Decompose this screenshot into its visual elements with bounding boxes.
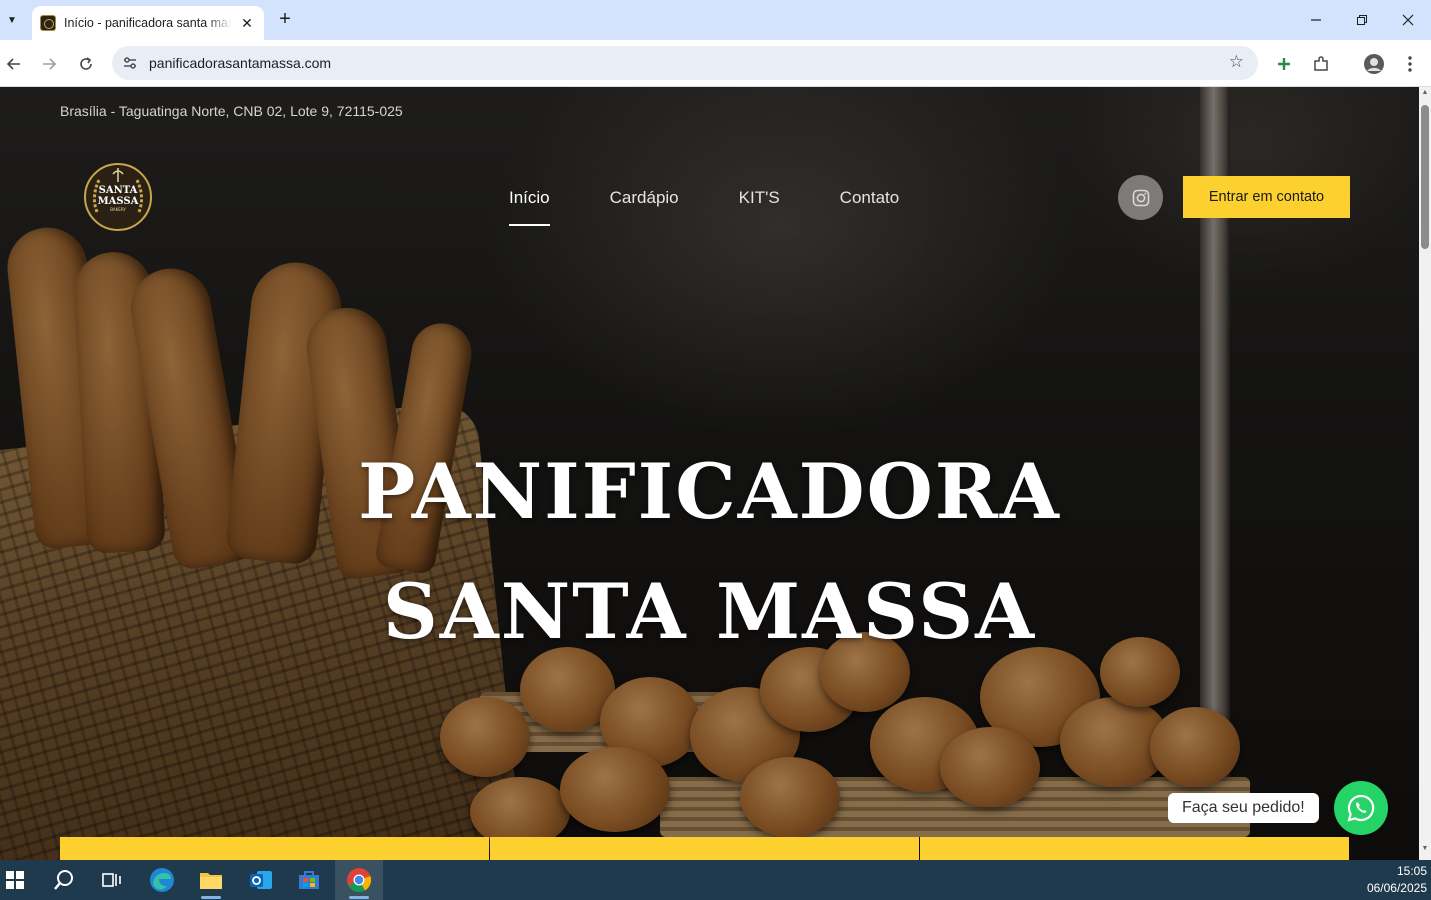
reload-button[interactable] xyxy=(72,50,100,78)
page-scrollbar[interactable]: ▲ ▼ xyxy=(1419,87,1431,860)
site-favicon-icon xyxy=(40,15,56,31)
scroll-up-icon[interactable]: ▲ xyxy=(1420,89,1430,96)
tab-strip: ▼ Início - panificadora santa massa ✕ + xyxy=(0,0,1431,40)
reload-icon xyxy=(80,57,92,70)
whatsapp-label[interactable]: Faça seu pedido! xyxy=(1168,793,1319,823)
task-view-icon[interactable] xyxy=(88,860,136,900)
bookmark-star-icon[interactable]: ☆ xyxy=(1229,52,1244,72)
file-explorer-icon[interactable] xyxy=(187,860,235,900)
feature-card xyxy=(490,837,919,860)
laurel-logo-icon: SANTA MASSA BAKERY xyxy=(84,163,152,231)
whatsapp-button[interactable] xyxy=(1334,781,1388,835)
nav-item-inicio[interactable]: Início xyxy=(509,188,550,228)
extension-plus-icon[interactable] xyxy=(1272,52,1296,76)
nav-item-kits[interactable]: KIT'S xyxy=(739,188,780,228)
close-icon xyxy=(1402,14,1414,26)
main-nav: Início Cardápio KIT'S Contato xyxy=(509,188,959,228)
nav-item-contato[interactable]: Contato xyxy=(840,188,900,228)
feature-card xyxy=(920,837,1349,860)
search-icon[interactable] xyxy=(40,860,88,900)
new-tab-plus-icon[interactable]: + xyxy=(274,9,296,31)
store-address: Brasília - Taguatinga Norte, CNB 02, Lot… xyxy=(60,103,403,119)
extensions-puzzle-icon[interactable] xyxy=(1309,52,1333,76)
system-clock[interactable]: 15:05 06/06/2025 xyxy=(1367,863,1427,897)
hero-title-line1: PANIFICADORA xyxy=(358,447,1061,536)
instagram-button[interactable] xyxy=(1118,175,1163,220)
logo-text-line1: SANTA xyxy=(99,185,138,196)
hero-title-line2: SANTA MASSA xyxy=(382,567,1037,656)
scroll-down-icon[interactable]: ▼ xyxy=(1420,845,1430,852)
edge-icon[interactable] xyxy=(138,860,186,900)
page-viewport: Brasília - Taguatinga Norte, CNB 02, Lot… xyxy=(0,87,1419,860)
whatsapp-icon xyxy=(1347,794,1375,822)
minimize-button[interactable] xyxy=(1293,0,1339,40)
chrome-icon[interactable] xyxy=(335,860,383,900)
instagram-icon xyxy=(1132,189,1149,206)
profile-avatar-icon[interactable] xyxy=(1362,52,1386,76)
close-window-button[interactable] xyxy=(1385,0,1431,40)
arrow-right-icon xyxy=(43,58,57,70)
outlook-icon[interactable] xyxy=(237,860,285,900)
tab-title: Início - panificadora santa massa xyxy=(64,16,232,30)
minimize-icon xyxy=(1311,19,1321,21)
logo-text-line3: BAKERY xyxy=(110,207,126,212)
forward-button[interactable] xyxy=(35,50,63,78)
address-bar[interactable]: panificadorasantamassa.com ☆ xyxy=(112,46,1258,80)
browser-toolbar: panificadorasantamassa.com ☆ xyxy=(0,40,1431,87)
nav-item-cardapio[interactable]: Cardápio xyxy=(610,188,679,228)
contact-cta-button[interactable]: Entrar em contato xyxy=(1183,176,1350,218)
restore-icon xyxy=(1357,15,1367,25)
scrollbar-thumb[interactable] xyxy=(1421,105,1429,249)
store-icon[interactable] xyxy=(285,860,333,900)
url-text[interactable]: panificadorasantamassa.com xyxy=(149,55,331,71)
clock-date: 06/06/2025 xyxy=(1366,881,1427,895)
logo-text-line2: MASSA xyxy=(98,196,139,207)
start-icon[interactable] xyxy=(0,860,39,900)
feature-card xyxy=(60,837,489,860)
restore-button[interactable] xyxy=(1339,0,1385,40)
clock-time: 15:05 xyxy=(1396,864,1427,878)
back-button[interactable] xyxy=(0,50,28,78)
windows-taskbar: 15:05 06/06/2025 xyxy=(0,860,1431,900)
browser-menu-icon[interactable] xyxy=(1398,52,1422,76)
browser-tab[interactable]: Início - panificadora santa massa ✕ xyxy=(32,6,264,40)
arrow-left-icon xyxy=(6,58,20,70)
site-settings-icon[interactable] xyxy=(122,55,138,71)
tab-close-icon[interactable]: ✕ xyxy=(238,15,256,32)
santa-massa-logo[interactable]: SANTA MASSA BAKERY xyxy=(83,162,153,232)
tab-search-chevron-icon[interactable]: ▼ xyxy=(0,8,24,32)
